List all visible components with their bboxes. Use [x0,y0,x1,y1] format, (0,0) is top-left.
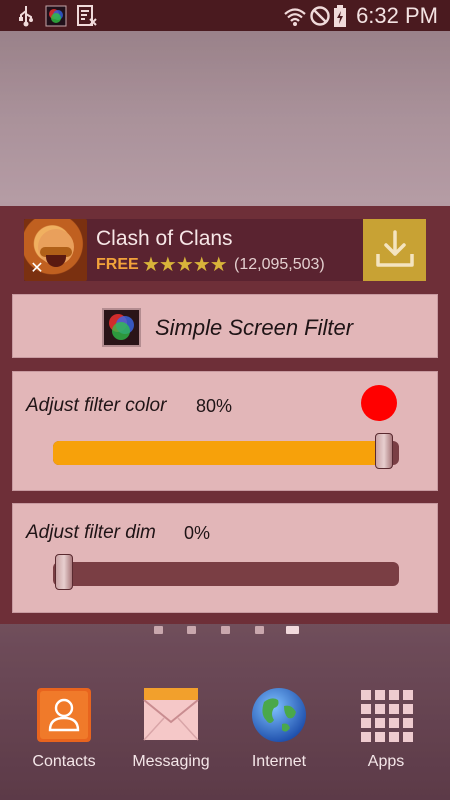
dock-label-apps: Apps [367,753,405,770]
filter-dim-card: Adjust filter dim 0% [12,503,438,613]
dock-item-messaging[interactable]: Messaging [116,680,226,790]
battery-charging-icon [333,5,347,27]
page-dot[interactable] [255,626,264,634]
filter-color-value: 80% [196,396,233,416]
download-icon [375,230,414,267]
contacts-icon [35,686,93,744]
page-dot[interactable] [154,626,163,634]
filter-dim-label: Adjust filter dim [26,522,156,543]
home-page-indicator [0,626,450,638]
ad-app-icon[interactable]: ✕ [24,219,87,281]
apps-grid-icon [357,686,415,744]
dock-item-contacts[interactable]: Contacts [9,680,119,790]
do-not-disturb-icon [309,5,331,27]
screenshot-icon [76,5,98,27]
page-dot[interactable] [221,626,230,634]
filter-color-swatch[interactable] [361,385,397,421]
app-notification-icon [45,5,67,27]
dock-label-internet: Internet [251,753,307,770]
dock: Contacts Messaging Internet Apps [0,680,450,790]
dock-label-contacts: Contacts [32,753,96,770]
usb-icon [16,5,36,27]
dock-label-messaging: Messaging [132,753,210,770]
filter-dim-slider-thumb[interactable] [55,554,73,590]
app-title-card: Simple Screen Filter [12,294,438,358]
app-logo-icon [102,308,141,347]
ad-rating-stars: ★★★★★ [142,254,228,276]
filter-color-card: Adjust filter color 80% [12,371,438,491]
wifi-icon [283,5,307,27]
ad-close-icon[interactable]: ✕ [27,259,47,279]
dock-item-apps[interactable]: Apps [331,680,441,790]
screen-filter-panel: ✕ Clash of Clans FREE ★★★★★ (12,095,503)… [0,206,450,624]
filter-dim-slider[interactable] [53,554,399,590]
messaging-icon [142,686,200,744]
filter-dim-value: 0% [184,523,211,543]
status-bar: 6:32 PM [0,0,450,31]
app-name: Simple Screen Filter [155,315,354,340]
dock-item-internet[interactable]: Internet [224,680,334,790]
filter-color-label: Adjust filter color [26,395,167,416]
ad-price: FREE [96,256,139,273]
ad-download-button[interactable] [363,219,426,281]
ad-title[interactable]: Clash of Clans [96,227,233,251]
filter-color-slider-thumb[interactable] [375,433,393,469]
status-time: 6:32 PM [356,3,438,28]
ad-rating-count: (12,095,503) [234,256,325,273]
globe-icon [250,686,308,744]
page-dot[interactable] [187,626,196,634]
filter-color-slider-fill [53,441,384,465]
filter-color-slider[interactable] [53,433,399,469]
page-dot-active[interactable] [286,626,299,634]
ad-banner[interactable]: ✕ Clash of Clans FREE ★★★★★ (12,095,503) [24,219,426,281]
